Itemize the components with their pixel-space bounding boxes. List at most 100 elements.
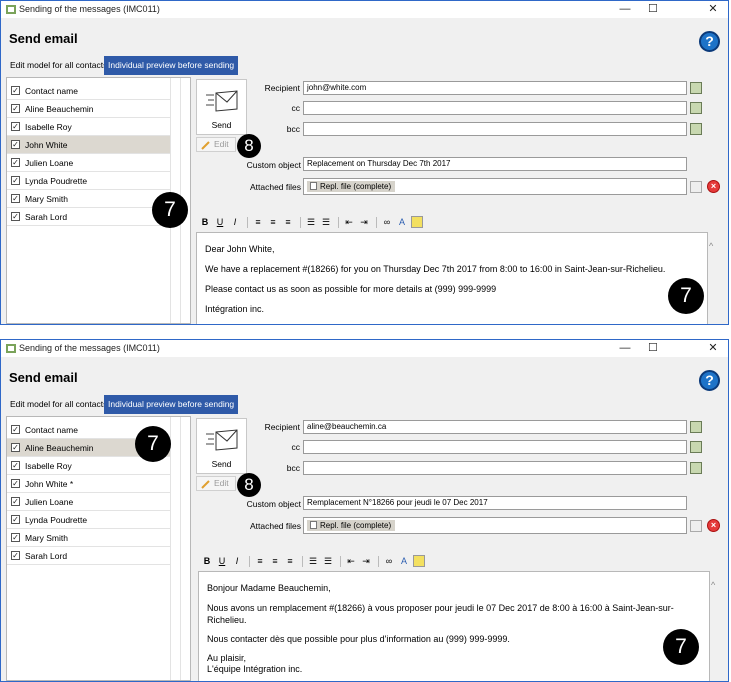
attachment-chip[interactable]: Repl. file (complete) xyxy=(307,181,396,192)
subject-field[interactable]: Replacement on Thursday Dec 7th 2017 xyxy=(303,157,687,171)
checkbox[interactable]: ✓ xyxy=(11,158,20,167)
checkbox[interactable]: ✓ xyxy=(11,461,20,470)
list-item[interactable]: ✓ Mary Smith xyxy=(7,529,170,547)
align-left-icon[interactable]: ≡ xyxy=(254,555,266,567)
checkbox[interactable]: ✓ xyxy=(11,497,20,506)
bcc-field[interactable] xyxy=(303,122,687,136)
attachment-chip[interactable]: Repl. file (complete) xyxy=(307,520,396,531)
list-item[interactable]: ✓ Sarah Lord xyxy=(7,208,170,226)
cc-field[interactable] xyxy=(303,440,687,454)
checkbox[interactable]: ✓ xyxy=(11,515,20,524)
format-toolbar: B U I ≡ ≡ ≡ ☰ ☰ ⇤ ⇥ ∞ A xyxy=(199,216,439,230)
link-icon[interactable]: ∞ xyxy=(383,555,395,567)
list-item[interactable]: ✓ John White * xyxy=(7,475,170,493)
tab-individual-preview[interactable]: Individual preview before sending xyxy=(104,56,239,75)
tab-individual-preview[interactable]: Individual preview before sending xyxy=(104,395,239,414)
underline-button[interactable]: U xyxy=(216,555,228,567)
paperclip-icon[interactable] xyxy=(690,520,702,532)
address-book-icon[interactable] xyxy=(690,82,702,94)
checkbox[interactable]: ✓ xyxy=(11,140,20,149)
maximize-button[interactable]: ☐ xyxy=(648,340,698,356)
outdent-icon[interactable]: ⇤ xyxy=(343,216,355,228)
email-body-editor[interactable]: Dear John White, We have a replacement #… xyxy=(196,232,708,324)
italic-button[interactable]: I xyxy=(231,555,243,567)
link-icon[interactable]: ∞ xyxy=(381,216,393,228)
checkbox[interactable]: ✓ xyxy=(11,551,20,560)
list-item[interactable]: ✓ Sarah Lord xyxy=(7,547,170,565)
text-color-icon[interactable]: A xyxy=(396,216,408,228)
cc-label: cc xyxy=(291,442,301,452)
outdent-icon[interactable]: ⇤ xyxy=(345,555,357,567)
delete-attachment-icon[interactable]: × xyxy=(707,519,720,532)
bcc-label: bcc xyxy=(286,124,300,134)
bold-button[interactable]: B xyxy=(201,555,213,567)
align-center-icon[interactable]: ≡ xyxy=(269,555,281,567)
cc-field[interactable] xyxy=(303,101,687,115)
indent-icon[interactable]: ⇥ xyxy=(360,555,372,567)
image-icon[interactable] xyxy=(413,555,425,567)
align-right-icon[interactable]: ≡ xyxy=(284,555,296,567)
address-book-icon[interactable] xyxy=(690,102,702,114)
numbered-list-icon[interactable]: ☰ xyxy=(305,216,317,228)
checkbox[interactable]: ✓ xyxy=(11,443,20,452)
list-item[interactable]: ✓ Isabelle Roy xyxy=(7,118,170,136)
align-center-icon[interactable]: ≡ xyxy=(267,216,279,228)
checkbox[interactable]: ✓ xyxy=(11,425,20,434)
tab-edit-model[interactable]: Edit model for all contacts xyxy=(6,56,111,75)
title-bar: Sending of the messages (IMC011) — ☐ ✕ xyxy=(1,340,728,357)
address-book-icon[interactable] xyxy=(690,123,702,135)
image-icon[interactable] xyxy=(411,216,423,228)
italic-button[interactable]: I xyxy=(229,216,241,228)
attachments-field: Repl. file (complete) xyxy=(303,178,687,195)
numbered-list-icon[interactable]: ☰ xyxy=(307,555,319,567)
list-item[interactable]: ✓ John White xyxy=(7,136,170,154)
checkbox[interactable]: ✓ xyxy=(11,194,20,203)
checkbox[interactable]: ✓ xyxy=(11,104,20,113)
recipient-label: Recipient xyxy=(264,83,300,93)
list-item[interactable]: ✓ Julien Loane xyxy=(7,493,170,511)
close-button[interactable]: ✕ xyxy=(698,1,728,17)
close-button[interactable]: ✕ xyxy=(698,340,728,356)
bcc-field[interactable] xyxy=(303,461,687,475)
scroll-up-icon[interactable]: ^ xyxy=(709,241,724,251)
address-book-icon[interactable] xyxy=(690,421,702,433)
indent-icon[interactable]: ⇥ xyxy=(358,216,370,228)
recipient-field[interactable]: john@white.com xyxy=(303,81,687,95)
text-color-icon[interactable]: A xyxy=(398,555,410,567)
checkbox[interactable]: ✓ xyxy=(11,479,20,488)
scroll-up-icon[interactable]: ^ xyxy=(711,580,724,590)
minimize-button[interactable]: — xyxy=(610,340,640,356)
list-item[interactable]: ✓ Aline Beauchemin xyxy=(7,100,170,118)
bullet-list-icon[interactable]: ☰ xyxy=(320,216,332,228)
bullet-list-icon[interactable]: ☰ xyxy=(322,555,334,567)
list-item[interactable]: ✓ Mary Smith xyxy=(7,190,170,208)
underline-button[interactable]: U xyxy=(214,216,226,228)
checkbox[interactable]: ✓ xyxy=(11,122,20,131)
address-book-icon[interactable] xyxy=(690,441,702,453)
bold-button[interactable]: B xyxy=(199,216,211,228)
checkbox[interactable]: ✓ xyxy=(11,212,20,221)
subject-field[interactable]: Remplacement N°18266 pour jeudi le 07 De… xyxy=(303,496,687,510)
minimize-button[interactable]: — xyxy=(610,1,640,17)
checkbox[interactable]: ✓ xyxy=(11,176,20,185)
list-item[interactable]: ✓ Lynda Poudrette xyxy=(7,172,170,190)
list-item[interactable]: ✓ Julien Loane xyxy=(7,154,170,172)
tab-edit-model[interactable]: Edit model for all contacts xyxy=(6,395,111,414)
page-title: Send email xyxy=(9,31,78,46)
edit-button[interactable]: Edit xyxy=(196,137,236,152)
edit-button[interactable]: Edit xyxy=(196,476,236,491)
help-icon[interactable]: ? xyxy=(699,31,720,52)
help-icon[interactable]: ? xyxy=(699,370,720,391)
list-item[interactable]: ✓ Lynda Poudrette xyxy=(7,511,170,529)
recipient-field[interactable]: aline@beauchemin.ca xyxy=(303,420,687,434)
paperclip-icon[interactable] xyxy=(690,181,702,193)
checkbox[interactable]: ✓ xyxy=(11,86,20,95)
delete-attachment-icon[interactable]: × xyxy=(707,180,720,193)
align-right-icon[interactable]: ≡ xyxy=(282,216,294,228)
align-left-icon[interactable]: ≡ xyxy=(252,216,264,228)
checkbox[interactable]: ✓ xyxy=(11,533,20,542)
address-book-icon[interactable] xyxy=(690,462,702,474)
email-body-editor[interactable]: Bonjour Madame Beauchemin, Nous avons un… xyxy=(198,571,710,681)
contacts-header[interactable]: ✓ Contact name xyxy=(7,82,170,100)
maximize-button[interactable]: ☐ xyxy=(648,1,698,17)
